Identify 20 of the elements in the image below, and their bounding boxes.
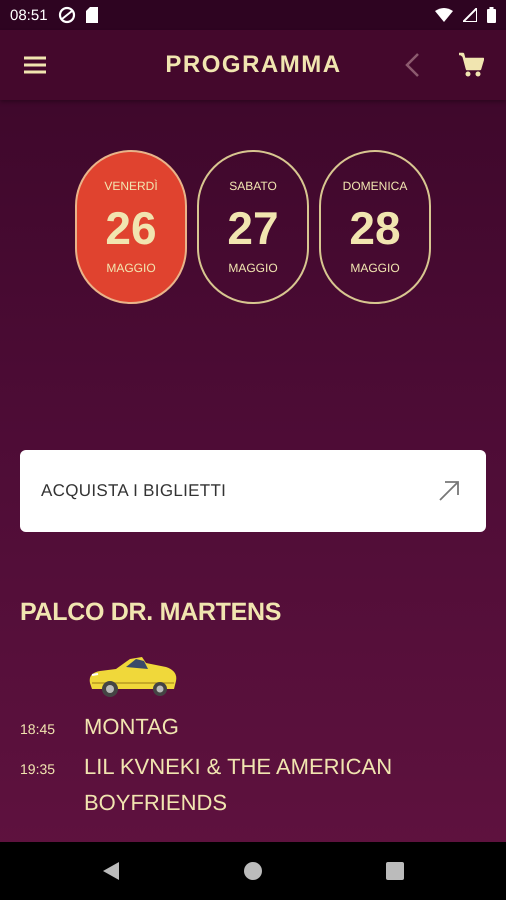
menu-button[interactable] xyxy=(22,55,48,75)
external-link-icon xyxy=(438,480,460,502)
sd-card-icon xyxy=(86,7,98,23)
stage-title: PALCO DR. MARTENS xyxy=(20,598,282,627)
page-title: PROGRAMMA xyxy=(164,51,343,79)
signal-icon xyxy=(463,8,477,22)
back-button[interactable] xyxy=(404,52,420,78)
wifi-icon xyxy=(435,8,453,22)
performance-time: 19:35 xyxy=(20,761,56,777)
clock: 08:51 xyxy=(10,6,48,24)
artist-name[interactable]: LIL KVNEKI & THE AMERICAN BOYFRIENDS xyxy=(84,749,486,821)
day-tab[interactable]: SABATO 27 MAGGIO xyxy=(197,150,309,304)
artist-name[interactable]: MONTAG xyxy=(84,709,179,745)
performance-time: 18:45 xyxy=(20,721,56,737)
cart-button[interactable] xyxy=(458,52,484,78)
buy-tickets-button[interactable]: ACQUISTA I BIGLIETTI xyxy=(20,450,486,532)
back-nav-button[interactable] xyxy=(102,861,120,881)
day-tab[interactable]: DOMENICA 28 MAGGIO xyxy=(319,150,431,304)
home-nav-button[interactable] xyxy=(244,862,262,880)
battery-icon xyxy=(487,7,496,23)
